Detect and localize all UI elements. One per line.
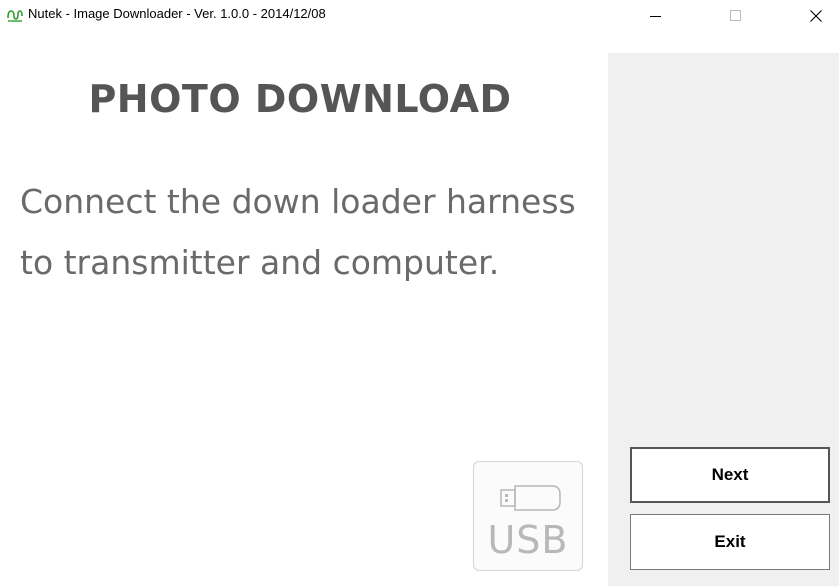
usb-indicator: USB xyxy=(473,461,583,571)
usb-label: USB xyxy=(487,518,569,562)
minimize-button[interactable] xyxy=(633,0,679,31)
title-bar[interactable]: Nutek - Image Downloader - Ver. 1.0.0 - … xyxy=(0,0,839,31)
close-button[interactable] xyxy=(793,0,839,31)
close-icon xyxy=(810,10,822,22)
instruction-panel: PHOTO DOWNLOAD Connect the down loader h… xyxy=(0,31,608,586)
nutek-wave-icon xyxy=(7,8,23,22)
usb-drive-icon xyxy=(500,482,564,519)
page-title: PHOTO DOWNLOAD xyxy=(88,77,512,121)
minimize-icon xyxy=(650,16,661,17)
next-button[interactable]: Next xyxy=(630,447,830,503)
app-window: Nutek - Image Downloader - Ver. 1.0.0 - … xyxy=(0,0,839,586)
maximize-button[interactable] xyxy=(713,0,759,31)
side-panel xyxy=(608,53,839,586)
exit-button[interactable]: Exit xyxy=(630,514,830,570)
maximize-icon xyxy=(730,10,741,21)
instruction-text: Connect the down loader harness to trans… xyxy=(20,182,576,282)
window-title: Nutek - Image Downloader - Ver. 1.0.0 - … xyxy=(28,6,326,21)
content-area: PHOTO DOWNLOAD Connect the down loader h… xyxy=(0,31,839,586)
